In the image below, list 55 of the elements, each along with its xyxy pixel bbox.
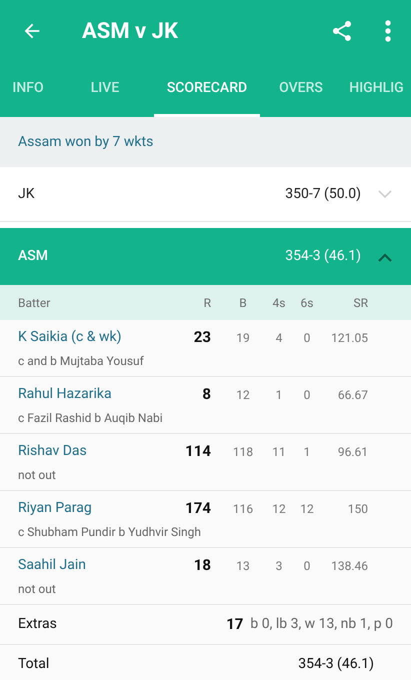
column-header: SR: [352, 294, 368, 312]
extras-detail: b 0, lb 3, w 13, nb 1, p 0: [250, 615, 393, 634]
table-cell-text: 114: [184, 441, 212, 462]
dismissal-text: c and b Mujtaba Yousuf: [18, 352, 145, 370]
team-name: JK: [18, 184, 36, 204]
table-cell-text: 116: [232, 500, 254, 518]
table-cell-text: 1: [274, 386, 284, 404]
table-cell-text: 66.67: [336, 386, 368, 404]
table-cell-text: 12: [271, 500, 287, 518]
extras-label: Extras: [18, 615, 58, 634]
table-cell-text: 19: [235, 330, 251, 346]
team-score: 354-3 (46.1): [285, 247, 361, 266]
team-score: 350-7 (50.0): [285, 184, 361, 204]
total-value: 354-3 (46.1): [298, 654, 374, 674]
dismissal-text: not out: [18, 466, 57, 484]
result-text: Assam won by 7 wkts: [18, 132, 154, 152]
table-cell-text: 13: [235, 558, 251, 574]
batter-name[interactable]: Saahil Jain: [18, 555, 172, 576]
table-cell-text: 138.46: [330, 558, 368, 574]
table-cell-text: 11: [271, 444, 287, 460]
dismissal-text: c Fazil Rashid b Auqib Nabi: [18, 410, 164, 427]
column-header: Batter: [18, 294, 52, 312]
dismissal-text: c Shubham Pundir b Yudhvir Singh: [18, 524, 202, 541]
column-header: B: [238, 294, 248, 312]
table-cell-text: 23: [192, 327, 212, 348]
screen-title: ASM v JK: [82, 18, 179, 46]
table-cell-text: 0: [302, 558, 312, 574]
table-cell-text: 121.05: [330, 330, 368, 346]
table-cell-text: 3: [274, 558, 284, 574]
table-cell-text: 8: [201, 384, 212, 406]
table-cell-text: 118: [232, 444, 254, 460]
batter-name[interactable]: Riyan Parag: [18, 498, 172, 519]
column-header: 6s: [300, 294, 314, 312]
table-cell-text: 12: [299, 500, 315, 518]
table-cell-text: 0: [302, 386, 312, 404]
table-cell-text: 96.61: [336, 444, 368, 460]
table-cell-text: 4: [274, 330, 284, 346]
table-cell-text: 0: [302, 330, 312, 346]
table-cell-text: 150: [346, 500, 368, 518]
batter-name[interactable]: K Saikia (c & wk): [18, 327, 172, 348]
batter-name[interactable]: Rahul Hazarika: [18, 384, 172, 405]
more-options-icon[interactable]: [383, 18, 393, 44]
table-cell-text: 1: [302, 444, 312, 460]
table-cell-text: 174: [184, 498, 212, 520]
dismissal-text: not out: [18, 580, 57, 598]
team-name: ASM: [18, 247, 50, 266]
total-label: Total: [18, 654, 50, 674]
extras-value: 17: [226, 614, 244, 636]
column-header: R: [202, 294, 212, 312]
table-cell-text: 18: [192, 555, 212, 576]
table-cell-text: 12: [235, 386, 251, 404]
expand-icon[interactable]: [377, 189, 393, 199]
batter-name[interactable]: Rishav Das: [18, 441, 172, 462]
collapse-icon[interactable]: [377, 252, 393, 262]
column-header: 4s: [272, 294, 286, 312]
